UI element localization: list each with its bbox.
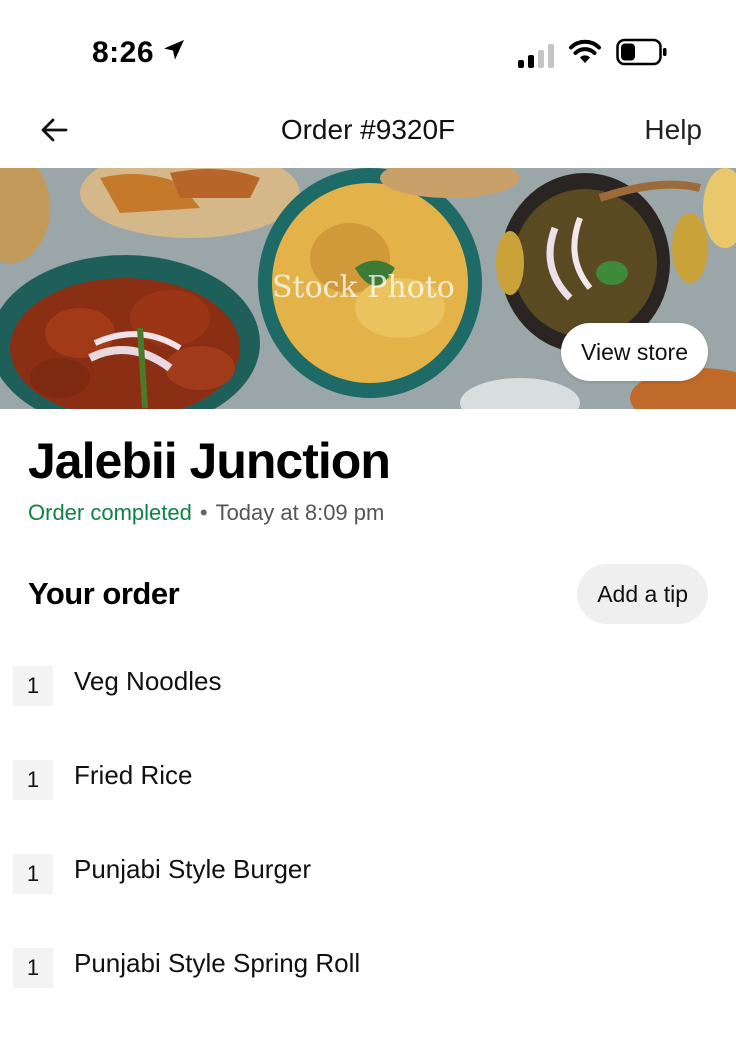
list-item: 1 Punjabi Style Burger [0, 848, 736, 898]
list-item: 1 Punjabi Style Spring Roll [0, 942, 736, 992]
view-store-button[interactable]: View store [561, 323, 708, 381]
page-title: Order #9320F [280, 114, 456, 145]
wifi-icon [568, 39, 602, 70]
item-quantity: 1 [13, 760, 53, 800]
item-quantity: 1 [13, 666, 53, 706]
item-quantity: 1 [13, 948, 53, 988]
item-name: Punjabi Style Spring Roll [74, 948, 361, 978]
store-name: Jalebii Junction [28, 433, 391, 489]
cellular-signal-icon [518, 42, 554, 68]
status-bar: 8:26 [0, 0, 736, 100]
list-item: 1 Veg Noodles [0, 660, 736, 710]
order-time: Today at 8:09 pm [215, 500, 385, 525]
add-tip-button[interactable]: Add a tip [577, 564, 708, 624]
item-name: Punjabi Style Burger [74, 854, 312, 884]
item-quantity: 1 [13, 854, 53, 894]
status-time-text: 8:26 [92, 36, 155, 69]
order-status-line: Order completed • Today at 8:09 pm [28, 500, 384, 526]
your-order-heading: Your order [28, 576, 180, 611]
stock-photo-watermark: Stock Photo [272, 270, 455, 305]
status-icons [518, 38, 668, 71]
status-time: 8:26 [92, 36, 186, 70]
help-link[interactable]: Help [644, 114, 702, 146]
nav-header: Order #9320F Help [0, 100, 736, 166]
list-item: 1 Fried Rice [0, 754, 736, 804]
battery-icon [616, 38, 668, 71]
order-status: Order completed [28, 500, 192, 525]
separator-dot: • [199, 500, 208, 525]
item-name: Fried Rice [74, 760, 193, 790]
location-arrow-icon [162, 36, 186, 70]
item-name: Veg Noodles [74, 666, 222, 696]
